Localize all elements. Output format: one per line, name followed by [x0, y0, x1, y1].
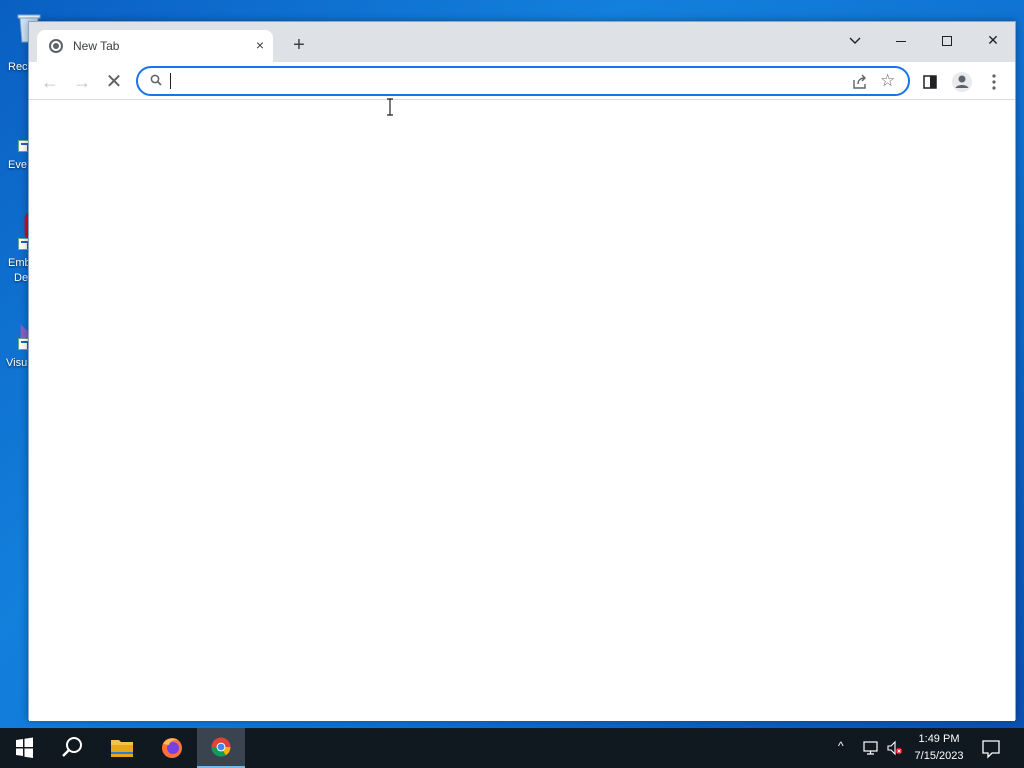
chevron-down-icon [849, 37, 861, 45]
stop-loading-button[interactable]: ✕ [100, 68, 128, 96]
browser-window: New Tab × + ✕ ← → ✕ ☆ [28, 21, 1016, 721]
side-panel-icon[interactable] [916, 68, 944, 96]
minimize-icon [896, 40, 906, 42]
close-window-button[interactable]: ✕ [970, 26, 1016, 54]
desktop-icon-label: De [14, 272, 29, 284]
maximize-icon [942, 36, 952, 47]
back-button[interactable]: ← [36, 68, 64, 96]
search-icon [150, 74, 162, 86]
new-tab-button[interactable]: + [287, 34, 311, 58]
address-bar[interactable]: ☆ [136, 66, 910, 96]
browser-toolbar: ← → ✕ ☆ [29, 62, 1015, 100]
file-explorer-icon[interactable] [98, 728, 146, 768]
minimize-button[interactable] [878, 26, 924, 54]
network-icon[interactable] [862, 739, 880, 757]
chrome-icon[interactable] [197, 728, 245, 768]
clock-date: 7/15/2023 [914, 750, 964, 762]
share-icon[interactable] [850, 72, 870, 92]
forward-button[interactable]: → [68, 68, 96, 96]
notification-center-icon[interactable] [978, 736, 1004, 760]
desktop-icon-label: Rec [8, 61, 28, 73]
tab-search-button[interactable] [832, 26, 878, 54]
maximize-button[interactable] [924, 26, 970, 54]
firefox-icon[interactable] [148, 728, 196, 768]
taskbar-clock[interactable]: 1:49 PM 7/15/2023 [906, 731, 972, 765]
tab-new-tab[interactable]: New Tab × [37, 30, 273, 62]
volume-muted-icon[interactable] [886, 739, 904, 757]
bookmark-star-icon[interactable]: ☆ [880, 71, 895, 91]
text-caret [170, 73, 171, 89]
kebab-menu-icon[interactable] [980, 68, 1008, 96]
tab-title: New Tab [73, 39, 120, 53]
tab-close-button[interactable]: × [251, 36, 269, 54]
page-content [29, 101, 1015, 721]
search-icon[interactable] [48, 728, 96, 768]
title-bar[interactable]: New Tab × + ✕ [29, 22, 1015, 62]
windows-start-icon[interactable] [0, 728, 48, 768]
address-input[interactable] [170, 71, 810, 91]
taskbar: ^ 1:49 PM 7/15/2023 [0, 728, 1024, 768]
profile-avatar-icon[interactable] [948, 68, 976, 96]
chrome-favicon-icon [49, 39, 63, 53]
desktop-icon-label: Visu [6, 357, 28, 369]
tray-overflow-chevron-icon[interactable]: ^ [838, 739, 854, 755]
desktop-icon-label: Eve [8, 159, 27, 171]
clock-time: 1:49 PM [918, 733, 960, 745]
